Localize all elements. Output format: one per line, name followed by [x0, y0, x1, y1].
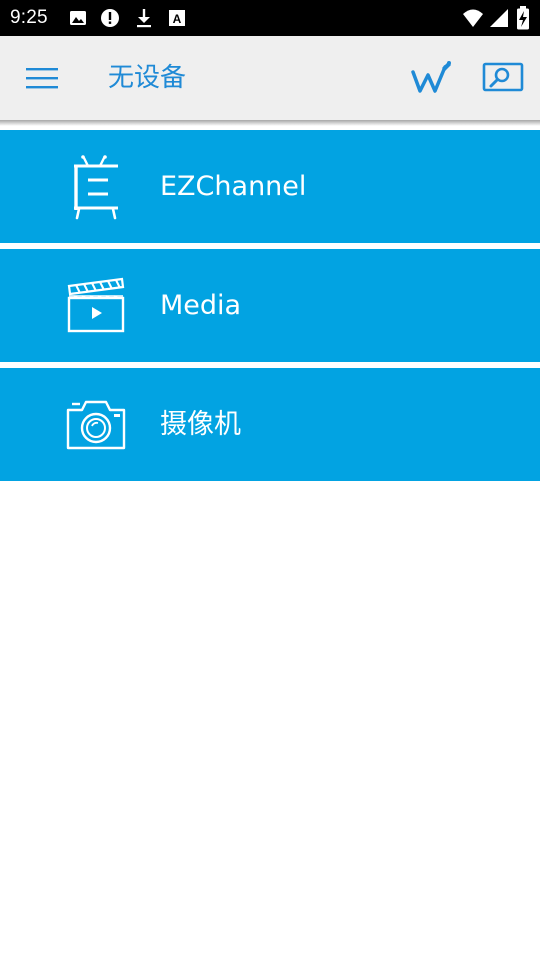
clapperboard-icon — [67, 277, 125, 333]
page-title: 无设备 — [108, 63, 187, 93]
menu-item-label: Media — [160, 290, 242, 321]
status-bar: 9:25 A — [0, 0, 540, 36]
svg-text:A: A — [173, 12, 182, 26]
menu-item-ezchannel[interactable]: EZChannel — [0, 130, 540, 243]
app-toolbar: 无设备 — [0, 36, 540, 120]
toolbar-shadow — [0, 120, 540, 126]
menu-item-camera[interactable]: 摄像机 — [0, 368, 540, 481]
camera-icon — [66, 400, 126, 450]
menu-item-media[interactable]: Media — [0, 249, 540, 362]
hamburger-menu-icon[interactable] — [18, 58, 64, 98]
wifi-setup-icon[interactable] — [408, 58, 454, 98]
menu-item-label: 摄像机 — [160, 409, 241, 440]
tv-icon — [74, 155, 118, 220]
feature-list: EZChannel Media 摄像机 — [0, 130, 540, 487]
status-time: 9:25 — [10, 7, 48, 28]
screen-cast-icon[interactable] — [482, 60, 526, 96]
a-icon: A — [169, 10, 185, 26]
image-icon — [70, 11, 86, 25]
wifi-signal-icon — [463, 9, 483, 27]
download-icon — [137, 9, 151, 28]
cell-signal-icon — [490, 9, 508, 27]
battery-charging-icon — [517, 6, 529, 30]
menu-item-label: EZChannel — [160, 171, 307, 202]
alert-icon — [101, 9, 119, 27]
